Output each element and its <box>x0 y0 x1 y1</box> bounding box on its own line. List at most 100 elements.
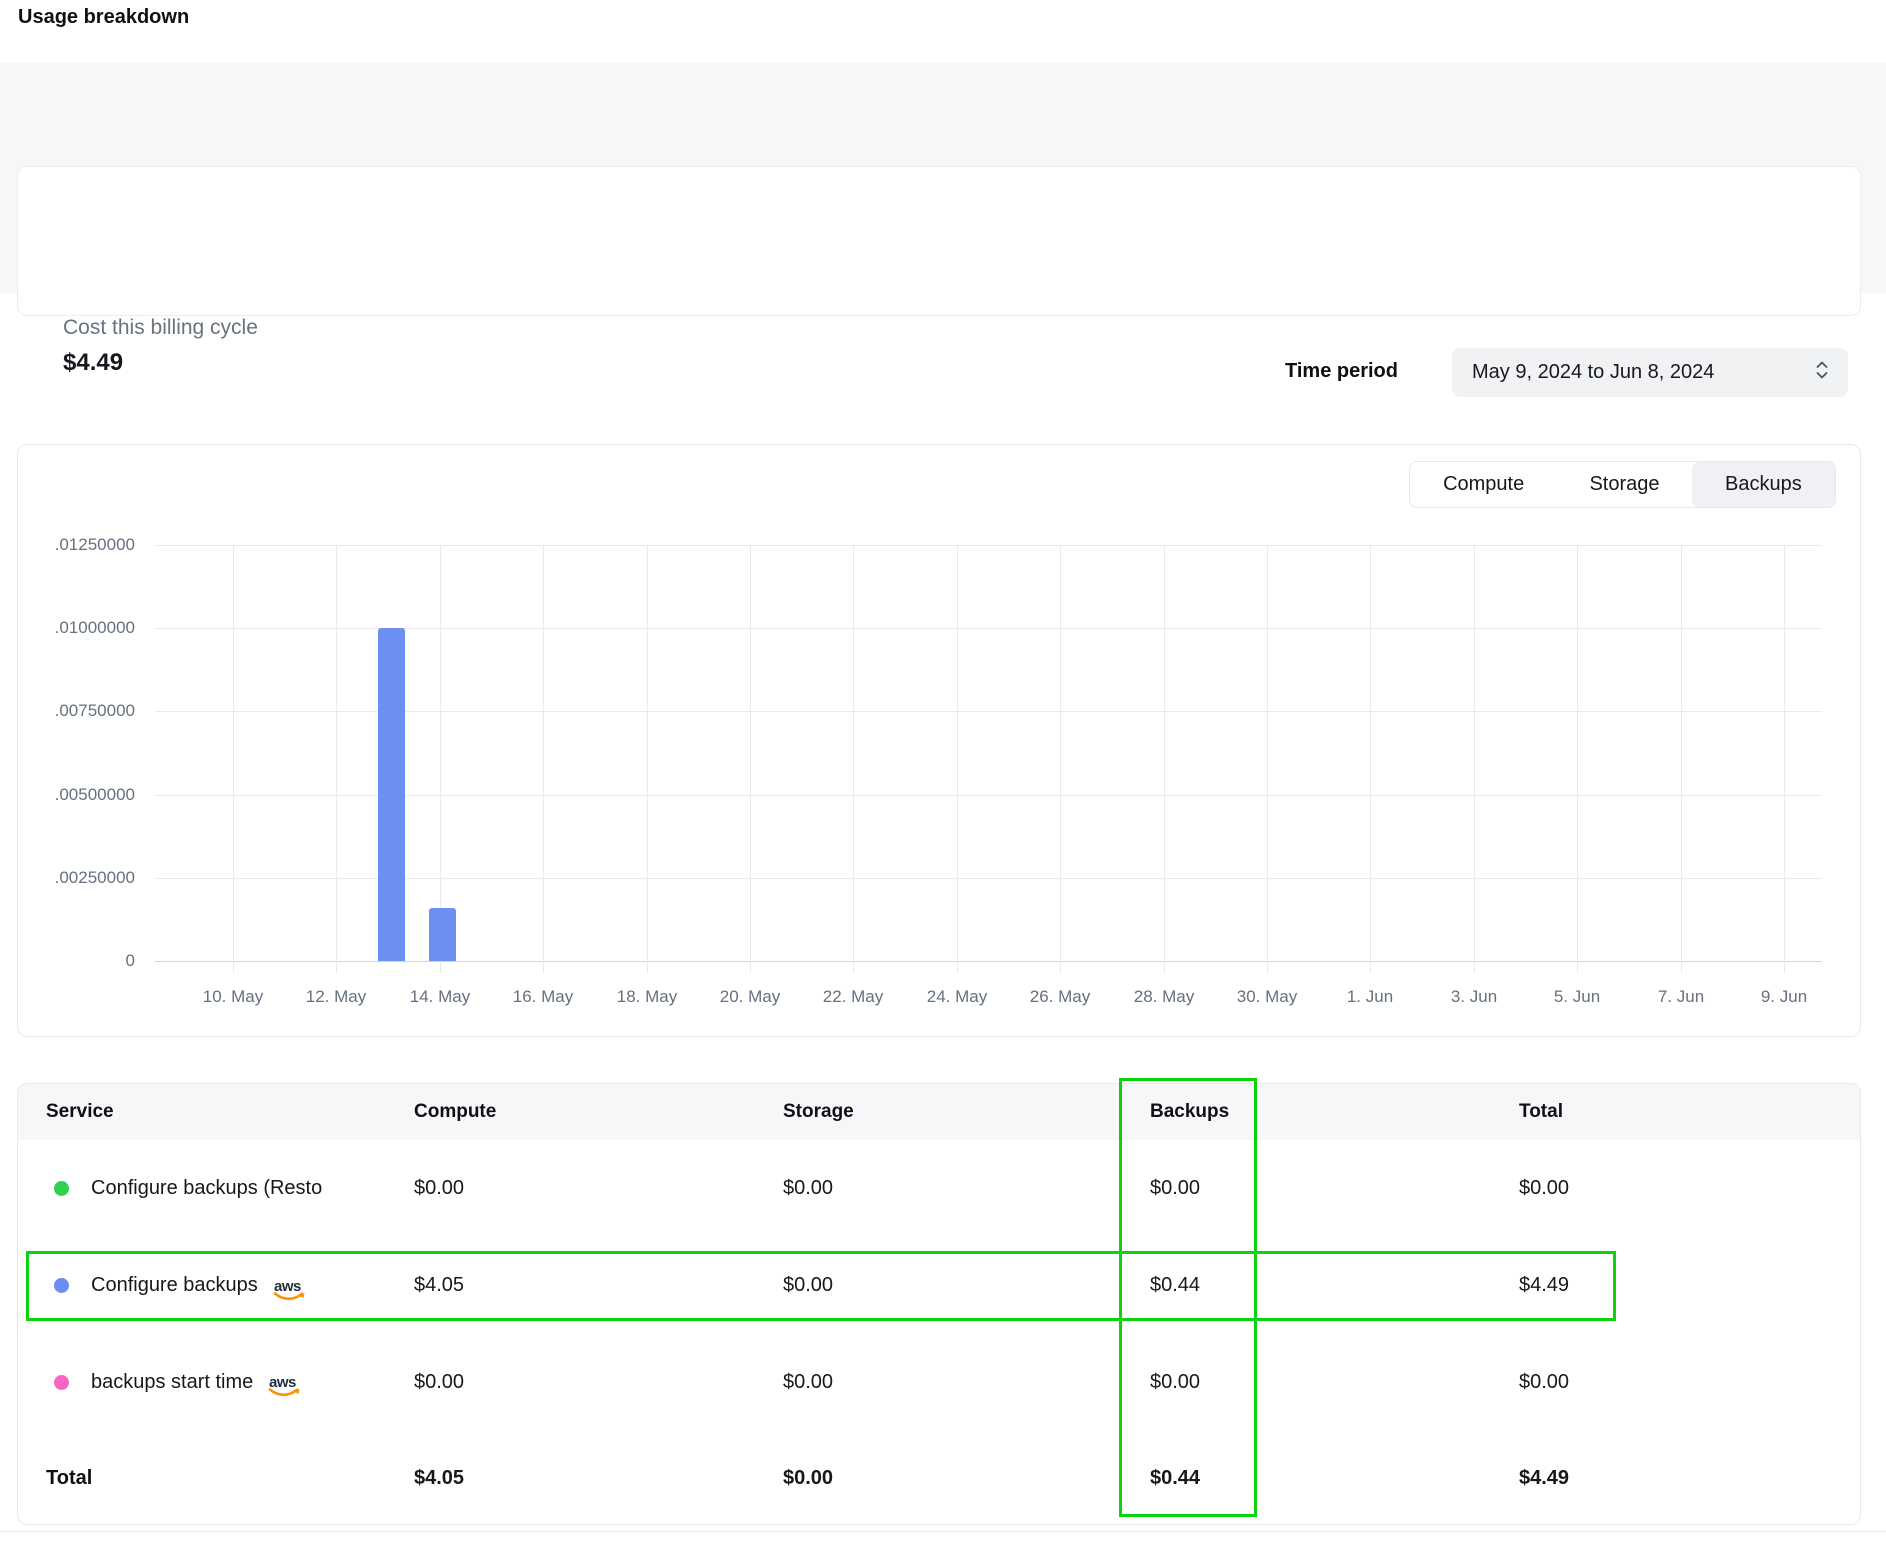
v-gridline <box>1681 545 1682 973</box>
table-row: Configure backups aws $4.05 $0.00 $0.44 $4.49 <box>18 1237 1860 1334</box>
time-period-label: Time period <box>1285 360 1398 383</box>
total-compute-value: $4.05 <box>414 1430 464 1525</box>
v-gridline <box>336 545 337 973</box>
column-header-service: Service <box>46 1084 114 1140</box>
x-axis-tick-label: 1. Jun <box>1310 986 1430 1008</box>
h-gridline <box>155 545 1822 546</box>
y-axis-tick-label: 0 <box>0 950 135 972</box>
x-axis-tick-label: 5. Jun <box>1517 986 1637 1008</box>
total-total-value: $4.49 <box>1519 1430 1569 1525</box>
usage-table: Service Compute Storage Backups Total Config… <box>17 1083 1861 1525</box>
x-axis-tick-label: 26. May <box>1000 986 1120 1008</box>
y-axis-tick-label: .00500000 <box>0 784 135 806</box>
x-axis-tick-label: 12. May <box>276 986 396 1008</box>
v-gridline <box>1474 545 1475 973</box>
time-period-value: May 9, 2024 to Jun 8, 2024 <box>1472 361 1814 384</box>
y-axis-tick-label: .00750000 <box>0 700 135 722</box>
backups-value: $0.00 <box>1150 1334 1200 1430</box>
v-gridline <box>853 545 854 973</box>
service-name: Configure backups (Resto <box>91 1177 322 1200</box>
backups-value: $0.00 <box>1150 1140 1200 1237</box>
column-header-backups: Backups <box>1150 1084 1229 1140</box>
series-color-dot <box>54 1181 69 1196</box>
page-bottom-divider <box>0 1531 1886 1532</box>
series-color-dot <box>54 1278 69 1293</box>
storage-value: $0.00 <box>783 1334 833 1430</box>
service-name: backups start time <box>91 1371 253 1394</box>
v-gridline <box>1060 545 1061 973</box>
table-row: backups start timeaws$0.00$0.00$0.00$0.0… <box>18 1334 1860 1430</box>
series-color-dot <box>54 1375 69 1390</box>
column-header-storage: Storage <box>783 1084 854 1140</box>
v-gridline <box>1164 545 1165 973</box>
x-axis-line <box>155 961 1822 962</box>
v-gridline <box>647 545 648 973</box>
y-axis-tick-label: .01000000 <box>0 617 135 639</box>
h-gridline <box>155 628 1822 629</box>
total-storage-value: $0.00 <box>783 1430 833 1525</box>
x-axis-tick-label: 28. May <box>1104 986 1224 1008</box>
summary-section: Cost this billing cycle $4.49 <box>0 63 1886 293</box>
page-title: Usage breakdown <box>18 6 189 29</box>
x-axis-tick-label: 14. May <box>380 986 500 1008</box>
tab-storage[interactable]: Storage <box>1557 462 1691 507</box>
column-header-total: Total <box>1519 1084 1563 1140</box>
table-row: Configure backups (Resto $0.00 $0.00 $0.00 $… <box>18 1140 1860 1237</box>
compute-value: $0.00 <box>414 1140 464 1237</box>
x-axis-tick-label: 30. May <box>1207 986 1327 1008</box>
service-name: Configure backups <box>91 1274 258 1297</box>
v-gridline <box>1784 545 1785 973</box>
x-axis-tick-label: 16. May <box>483 986 603 1008</box>
svg-text:aws: aws <box>274 1278 301 1295</box>
cost-summary-card: Cost this billing cycle $4.49 <box>17 166 1861 316</box>
cost-billing-cycle-value: $4.49 <box>63 349 123 377</box>
v-gridline <box>233 545 234 973</box>
x-axis-tick-label: 7. Jun <box>1621 986 1741 1008</box>
total-value: $0.00 <box>1519 1140 1569 1237</box>
table-total-row: Total $4.05 $0.00 $0.44 $4.49 <box>18 1430 1860 1525</box>
bar-13May <box>378 628 405 961</box>
total-row-label: Total <box>46 1430 92 1525</box>
v-gridline <box>750 545 751 973</box>
bar-14May <box>429 908 456 961</box>
y-axis-tick-label: .00250000 <box>0 867 135 889</box>
total-value: $0.00 <box>1519 1334 1569 1430</box>
v-gridline <box>1370 545 1371 973</box>
compute-value: $4.05 <box>414 1237 464 1334</box>
chart-metric-tabs: ComputeStorageBackups <box>1409 461 1836 508</box>
x-axis-tick-label: 9. Jun <box>1724 986 1844 1008</box>
aws-logo-icon: aws <box>271 1278 307 1302</box>
h-gridline <box>155 795 1822 796</box>
h-gridline <box>155 711 1822 712</box>
x-axis-tick-label: 10. May <box>173 986 293 1008</box>
column-header-compute: Compute <box>414 1084 496 1140</box>
cost-billing-cycle-label: Cost this billing cycle <box>63 316 258 340</box>
h-gridline <box>155 878 1822 879</box>
x-axis-tick-label: 24. May <box>897 986 1017 1008</box>
tab-backups[interactable]: Backups <box>1692 462 1835 507</box>
table-header-row <box>18 1084 1860 1140</box>
v-gridline <box>1267 545 1268 973</box>
x-axis-tick-label: 22. May <box>793 986 913 1008</box>
tab-compute[interactable]: Compute <box>1410 462 1557 507</box>
x-axis-tick-label: 20. May <box>690 986 810 1008</box>
service-cell: Configure backups (Resto <box>54 1140 322 1237</box>
x-axis-tick-label: 3. Jun <box>1414 986 1534 1008</box>
svg-text:aws: aws <box>269 1374 296 1391</box>
v-gridline <box>543 545 544 973</box>
total-backups-value: $0.44 <box>1150 1430 1200 1525</box>
aws-logo-icon: aws <box>266 1374 302 1398</box>
storage-value: $0.00 <box>783 1140 833 1237</box>
backups-value: $0.44 <box>1150 1237 1200 1334</box>
y-axis-tick-label: .01250000 <box>0 534 135 556</box>
updown-chevron-icon <box>1814 359 1830 386</box>
v-gridline <box>957 545 958 973</box>
aws-logo-icon: aws <box>271 1278 307 1302</box>
storage-value: $0.00 <box>783 1237 833 1334</box>
service-cell: backups start time aws <box>54 1334 302 1430</box>
x-axis-tick-label: 18. May <box>587 986 707 1008</box>
v-gridline <box>1577 545 1578 973</box>
time-period-select[interactable]: May 9, 2024 to Jun 8, 2024 <box>1452 348 1848 397</box>
total-value: $4.49 <box>1519 1237 1569 1334</box>
usage-breakdown-page: Usage breakdown Cost this billing cycle … <box>0 0 1886 1548</box>
